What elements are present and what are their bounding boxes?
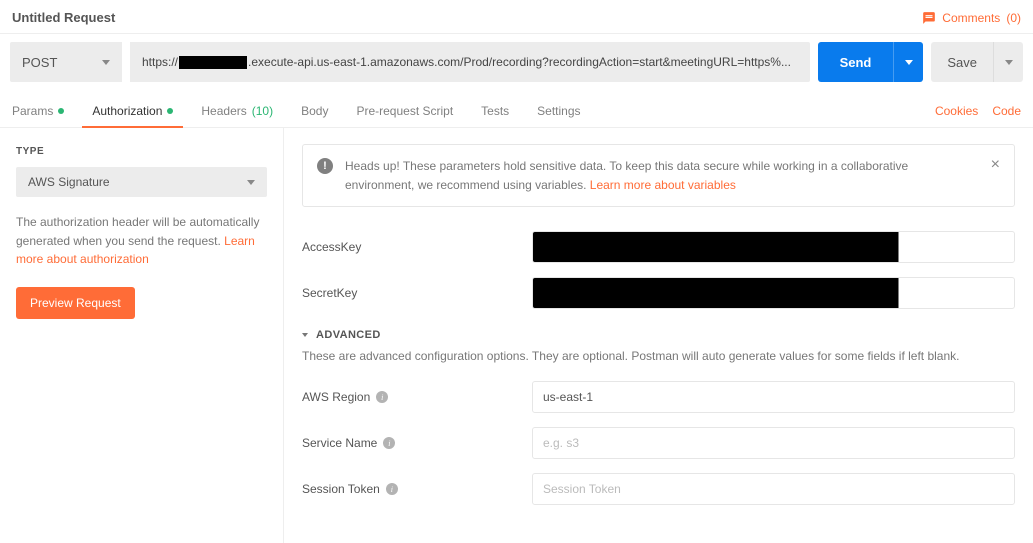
comments-label: Comments: [942, 11, 1000, 25]
comments-link[interactable]: Comments (0): [922, 11, 1021, 25]
status-dot-icon: [167, 108, 173, 114]
headers-count: (10): [252, 104, 273, 118]
sensitive-data-notice: ! Heads up! These parameters hold sensit…: [302, 144, 1015, 207]
access-key-label: AccessKey: [302, 240, 532, 254]
tab-pre-request[interactable]: Pre-request Script: [356, 94, 453, 127]
chevron-down-icon: [302, 333, 308, 337]
url-input-prefix: https://: [142, 55, 178, 69]
cookies-link[interactable]: Cookies: [935, 104, 978, 118]
info-icon[interactable]: i: [376, 391, 388, 403]
auth-type-value: AWS Signature: [28, 175, 110, 189]
tab-authorization[interactable]: Authorization: [92, 94, 173, 127]
alert-icon: !: [317, 158, 333, 174]
comments-count: (0): [1006, 11, 1021, 25]
chevron-down-icon: [905, 60, 913, 65]
http-method-value: POST: [22, 55, 57, 70]
secret-key-input[interactable]: [532, 277, 1015, 309]
preview-request-button[interactable]: Preview Request: [16, 287, 135, 319]
advanced-description: These are advanced configuration options…: [302, 349, 1015, 363]
auth-description: The authorization header will be automat…: [16, 213, 267, 269]
close-icon[interactable]: ×: [991, 157, 1000, 173]
chevron-down-icon: [1005, 60, 1013, 65]
tab-settings[interactable]: Settings: [537, 94, 580, 127]
send-button[interactable]: Send: [818, 42, 894, 82]
advanced-label: ADVANCED: [316, 329, 381, 341]
type-label: TYPE: [16, 146, 267, 157]
http-method-select[interactable]: POST: [10, 42, 122, 82]
url-input-suffix: .execute-api.us-east-1.amazonaws.com/Pro…: [248, 55, 791, 69]
chevron-down-icon: [102, 60, 110, 65]
url-input[interactable]: https:// .execute-api.us-east-1.amazonaws…: [130, 42, 810, 82]
info-icon[interactable]: i: [386, 483, 398, 495]
status-dot-icon: [58, 108, 64, 114]
tab-body[interactable]: Body: [301, 94, 328, 127]
service-name-input[interactable]: [532, 427, 1015, 459]
comments-icon: [922, 11, 936, 25]
session-token-input[interactable]: [532, 473, 1015, 505]
service-name-label: Service Name: [302, 436, 377, 450]
session-token-label: Session Token: [302, 482, 380, 496]
tab-headers[interactable]: Headers (10): [201, 94, 273, 127]
advanced-toggle[interactable]: ADVANCED: [302, 329, 1015, 341]
auth-type-select[interactable]: AWS Signature: [16, 167, 267, 197]
tab-params[interactable]: Params: [12, 94, 64, 127]
chevron-down-icon: [247, 180, 255, 185]
save-dropdown-button[interactable]: [993, 42, 1023, 82]
info-icon[interactable]: i: [383, 437, 395, 449]
secret-key-label: SecretKey: [302, 286, 532, 300]
learn-variables-link[interactable]: Learn more about variables: [590, 178, 736, 192]
tab-tests[interactable]: Tests: [481, 94, 509, 127]
send-dropdown-button[interactable]: [893, 42, 923, 82]
code-link[interactable]: Code: [992, 104, 1021, 118]
save-button[interactable]: Save: [931, 42, 993, 82]
access-key-input[interactable]: [532, 231, 1015, 263]
page-title: Untitled Request: [12, 10, 115, 25]
aws-region-label: AWS Region: [302, 390, 370, 404]
aws-region-input[interactable]: [532, 381, 1015, 413]
url-input-redacted: [179, 56, 247, 69]
